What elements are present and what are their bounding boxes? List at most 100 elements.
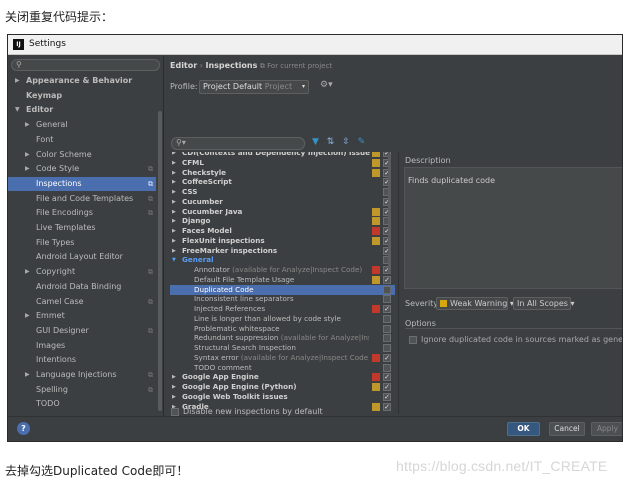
inspection-checkbox[interactable]: ✓: [383, 373, 391, 382]
inspection-row[interactable]: Line is longer than allowed by code styl…: [170, 314, 395, 324]
sidebar-item[interactable]: Android Data Binding: [8, 280, 156, 294]
chevron-right-icon: ▶: [25, 371, 30, 378]
filter-icon[interactable]: ▼: [312, 137, 319, 147]
sidebar-item[interactable]: Camel Case ⧉: [8, 295, 156, 309]
sidebar-item[interactable]: ▶ Language Injections ⧉: [8, 368, 156, 382]
inspection-label: CSS: [182, 187, 370, 197]
sidebar-item[interactable]: File and Code Templates ⧉: [8, 192, 156, 206]
inspection-row[interactable]: Annotator (available for Analyze|Inspect…: [170, 265, 395, 275]
inspection-checkbox[interactable]: [383, 334, 391, 343]
sidebar-item[interactable]: File Types: [8, 236, 156, 250]
sidebar-item[interactable]: ▶ Emmet: [8, 309, 156, 323]
inspections-scrollbar[interactable]: [388, 154, 391, 274]
inspection-row[interactable]: ▶ Checkstyle ✓: [170, 168, 395, 178]
apply-button[interactable]: Apply: [591, 422, 622, 436]
severity-select[interactable]: Weak Warning ▾: [436, 297, 514, 310]
ignore-generated-checkbox[interactable]: [409, 336, 417, 344]
edit-icon[interactable]: ✎: [358, 137, 366, 147]
inspection-checkbox[interactable]: ✓: [383, 353, 391, 362]
collapse-all-icon[interactable]: ⇳: [342, 137, 350, 147]
inspection-row[interactable]: TODO comment: [170, 363, 395, 373]
inspection-row[interactable]: Inconsistent line separators: [170, 294, 395, 304]
inspection-row[interactable]: ▶ CSS: [170, 187, 395, 197]
inspection-row[interactable]: ▶ FlexUnit inspections ✓: [170, 236, 395, 246]
sidebar-item[interactable]: TODO: [8, 397, 156, 411]
inspection-checkbox[interactable]: [383, 363, 391, 372]
sidebar-item[interactable]: ▼ Editor: [8, 103, 156, 117]
sidebar-item[interactable]: File Encodings ⧉: [8, 206, 156, 220]
sidebar-item[interactable]: ▶ Copyright ⧉: [8, 265, 156, 279]
sidebar-item-label: Emmet: [36, 311, 65, 321]
ok-button[interactable]: OK: [507, 422, 540, 436]
inspection-row[interactable]: Redundant suppression (available for Ana…: [170, 333, 395, 343]
inspection-checkbox[interactable]: [383, 314, 391, 323]
gear-icon[interactable]: ⚙▾: [320, 80, 333, 90]
sidebar-item[interactable]: Images: [8, 339, 156, 353]
project-scope-icon: ⧉: [148, 179, 153, 188]
expand-all-icon[interactable]: ⇅: [327, 137, 335, 147]
sidebar-item[interactable]: ▶ Code Style ⧉: [8, 162, 156, 176]
inspection-row[interactable]: ▼ General: [170, 255, 395, 265]
inspection-name: Redundant suppression: [194, 333, 279, 343]
inspection-checkbox[interactable]: ✓: [383, 383, 391, 391]
blog-intro-text: 关闭重复代码提示：: [5, 10, 114, 24]
inspection-row[interactable]: ▶ FreeMarker inspections ✓: [170, 246, 395, 256]
inspection-row[interactable]: ▶ Google App Engine ✓: [170, 372, 395, 382]
inspection-row[interactable]: ▶ Cucumber ✓: [170, 197, 395, 207]
sidebar-item[interactable]: ▶ General: [8, 118, 156, 132]
sidebar-item[interactable]: Intentions: [8, 353, 156, 367]
sidebar-item[interactable]: Android Layout Editor: [8, 250, 156, 264]
inspection-checkbox[interactable]: [383, 344, 391, 352]
sidebar-item-label: Android Data Binding: [36, 281, 122, 291]
chevron-right-icon: ▶: [15, 77, 20, 84]
disable-new-inspections-checkbox[interactable]: [171, 408, 179, 416]
panel-divider[interactable]: [398, 152, 399, 414]
inspection-row[interactable]: Duplicated Code: [170, 284, 395, 295]
settings-search-input[interactable]: ⚲: [11, 59, 160, 71]
inspection-checkbox[interactable]: ✓: [383, 275, 391, 284]
description-box: Finds duplicated code: [404, 167, 622, 289]
inspection-name: Google App Engine: [182, 372, 259, 382]
profile-select[interactable]: Project Default Project ▾: [199, 80, 309, 94]
inspection-row[interactable]: Default File Template Usage ✓: [170, 275, 395, 285]
inspection-row[interactable]: ▶ Google Web Toolkit issues ✓: [170, 392, 395, 402]
severity-indicator: [372, 168, 380, 177]
scope-select[interactable]: In All Scopes ▾: [513, 297, 575, 310]
sidebar-item[interactable]: Inspections ⧉: [8, 176, 156, 191]
sidebar-item[interactable]: GUI Designer ⧉: [8, 324, 156, 338]
inspection-row[interactable]: Structural Search Inspection: [170, 343, 395, 353]
inspection-row[interactable]: ▶ CoffeeScript ✓: [170, 177, 395, 187]
sidebar-item[interactable]: ▶ Color Scheme: [8, 148, 156, 162]
severity-indicator: [372, 353, 380, 362]
inspection-checkbox[interactable]: ✓: [383, 392, 391, 401]
sidebar-item-label: Camel Case: [36, 296, 84, 306]
help-button[interactable]: ?: [17, 422, 30, 435]
inspection-row[interactable]: ▶ Cucumber Java ✓: [170, 207, 395, 217]
inspection-checkbox[interactable]: [383, 285, 391, 294]
chevron-right-icon: ▶: [25, 121, 30, 129]
inspection-row[interactable]: ▶ Django: [170, 216, 395, 226]
inspection-row[interactable]: ▶ Faces Model ✓: [170, 226, 395, 236]
inspection-row[interactable]: ▶ Google App Engine (Python) ✓: [170, 382, 395, 392]
sidebar-scrollbar[interactable]: [158, 111, 162, 411]
inspection-name: Injected References: [194, 304, 266, 313]
sidebar-item[interactable]: Live Templates: [8, 221, 156, 235]
sidebar-item[interactable]: Font: [8, 133, 156, 147]
inspection-row[interactable]: Injected References ✓: [170, 304, 395, 314]
inspection-row[interactable]: Problematic whitespace: [170, 324, 395, 334]
inspection-row[interactable]: Syntax error (available for Analyze|Insp…: [170, 353, 395, 363]
chevron-right-icon: ▶: [172, 198, 176, 205]
inspections-search-input[interactable]: ⚲▾: [171, 137, 305, 150]
sidebar-item-label: TODO: [36, 399, 60, 409]
inspection-checkbox[interactable]: ✓: [383, 402, 391, 411]
inspection-checkbox[interactable]: [383, 295, 391, 304]
sidebar-item[interactable]: Spelling ⧉: [8, 383, 156, 397]
cancel-button[interactable]: Cancel: [549, 422, 585, 436]
sidebar-item[interactable]: Keymap: [8, 89, 156, 103]
sidebar-item[interactable]: ▶ Appearance & Behavior: [8, 74, 156, 88]
inspection-row[interactable]: ▶ CFML ✓: [170, 158, 395, 168]
inspection-checkbox[interactable]: ✓: [383, 305, 391, 313]
inspection-checkbox[interactable]: [383, 324, 391, 333]
inspection-label: Problematic whitespace: [194, 324, 369, 334]
sidebar-item-label: File and Code Templates: [36, 193, 134, 203]
